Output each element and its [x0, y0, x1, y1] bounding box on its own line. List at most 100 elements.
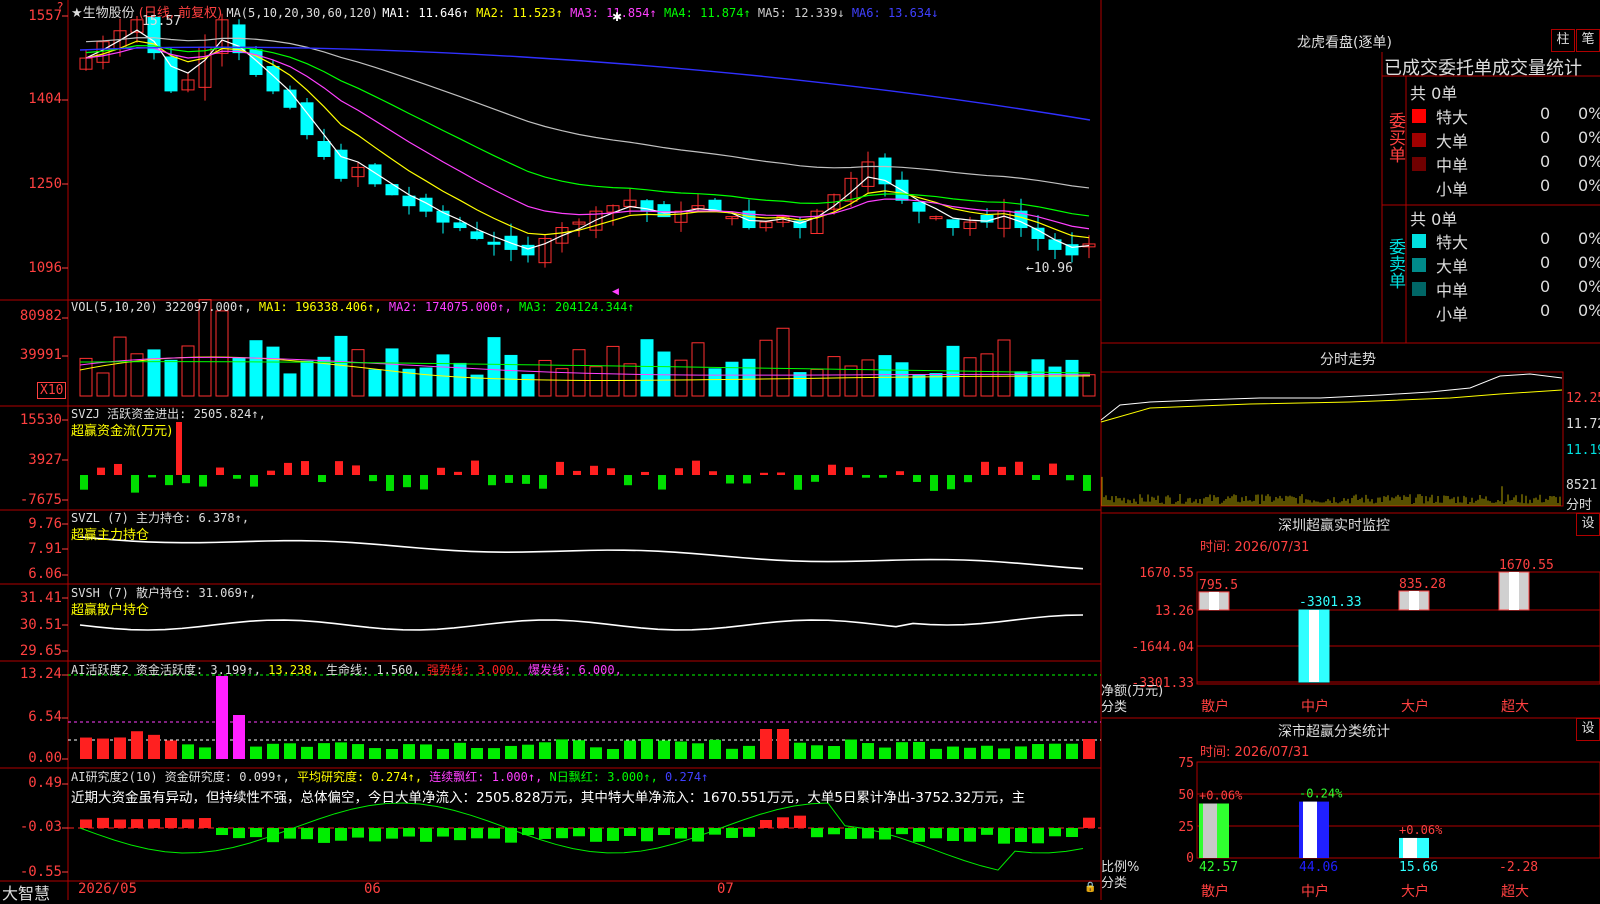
volume-bar — [487, 337, 501, 397]
svzj-bar — [216, 467, 224, 475]
vol-legend-item-3: MA3: 204124.344↑ — [518, 300, 635, 314]
volume-bar — [181, 345, 195, 397]
ai1-bar — [879, 747, 891, 759]
sell-row-value-3: 0 — [1540, 301, 1551, 320]
candle — [521, 244, 535, 256]
candle — [1065, 244, 1079, 256]
ai2-bar — [913, 828, 925, 842]
ai2-bar — [1049, 828, 1061, 837]
ma-legend-item-1: MA2: 11.523↑ — [476, 6, 571, 20]
stats-settings-button[interactable]: 设 — [1576, 718, 1600, 741]
ai1-bar — [556, 739, 568, 759]
ai2-bar — [794, 815, 806, 828]
sell-row-label-3: 小单 — [1436, 305, 1469, 324]
ai1-bar — [131, 731, 143, 759]
ai1-legend-item-2: 生命线: 1.560, — [325, 663, 427, 677]
buy-row-swatch-1 — [1412, 133, 1426, 147]
volume-bar — [249, 340, 263, 397]
pen-view-button[interactable]: 笔 — [1576, 29, 1600, 52]
ma3-line — [85, 46, 1090, 230]
buy-side-label: 委买单 — [1385, 112, 1405, 168]
ai1-legend-item-4: 爆发线: 6.000, — [528, 663, 622, 677]
candle — [453, 222, 467, 229]
ai2-legend: AI研究度2(10) 资金研究度: 0.099↑, 平均研究度: 0.274↑,… — [71, 768, 708, 785]
volume-bar — [521, 374, 535, 397]
ai2-bar — [335, 828, 347, 841]
ai2-bar — [471, 828, 483, 839]
monitor-settings-button[interactable]: 设 — [1576, 513, 1600, 536]
monitor-value-3: 1670.55 — [1499, 558, 1554, 573]
ai1-bar — [624, 740, 636, 759]
ai1-bar — [80, 737, 92, 759]
ai2-bar — [998, 828, 1010, 844]
stats-bar-hl-2 — [1403, 837, 1417, 858]
svzj-bar — [437, 467, 445, 475]
ai1-bar — [573, 740, 585, 759]
ma-legend-item-3: MA4: 11.874↑ — [663, 6, 758, 20]
monitor-y-tick-2: -1644.04 — [1131, 640, 1194, 655]
y-tick-vol-1: 39991 — [19, 347, 62, 363]
sell-row-pct-3: 0% — [1578, 301, 1600, 320]
monitor-cat-3: 超大 — [1501, 699, 1529, 715]
svzj-bar — [879, 475, 887, 478]
ai2-legend-item-0: AI研究度2(10) 资金研究度: 0.099↑, — [71, 770, 298, 784]
intraday-vol-label: 8521 — [1566, 478, 1598, 493]
ai1-bar — [1032, 744, 1044, 759]
ai1-bar — [981, 745, 993, 759]
buy-row-swatch-2 — [1412, 157, 1426, 171]
svzj-bar — [1083, 475, 1091, 491]
sell-row-swatch-0 — [1412, 234, 1426, 248]
ai1-bar — [896, 742, 908, 759]
svzj-bar — [267, 470, 275, 475]
buy-row-label-3: 小单 — [1436, 180, 1469, 199]
y-tick-svzj-2: -7675 — [19, 492, 62, 508]
volume-bar — [1048, 366, 1062, 397]
svzj-bar — [165, 475, 173, 486]
svzj-bar — [556, 461, 564, 475]
monitor-bar-hl-2 — [1409, 590, 1419, 610]
svzj-bar — [760, 472, 768, 475]
stats-cat-1: 中户 — [1301, 883, 1329, 900]
main-chart-canvas[interactable]: 1670.5513.26-1644.04-3301.33795.5散户-3301… — [0, 0, 1600, 900]
ai1-bar — [539, 742, 551, 759]
svzj-bar — [233, 475, 241, 479]
ai1-bar — [454, 742, 466, 759]
bar-view-button[interactable]: 柱 — [1551, 29, 1575, 52]
ai2-bar — [573, 828, 585, 837]
y-tick-svsh-2: 29.65 — [19, 643, 62, 659]
ai1-bar — [352, 744, 364, 759]
ma4-line — [85, 45, 1090, 217]
volume-bar — [300, 360, 314, 397]
lock-icon[interactable]: 🔒 — [1084, 882, 1096, 893]
volume-bar — [810, 368, 824, 397]
ai2-bar — [777, 817, 789, 828]
intraday-title: 分时走势 — [1320, 352, 1376, 368]
volume-bar — [385, 348, 399, 397]
svzj-bar — [97, 467, 105, 475]
svzj-bar — [947, 475, 955, 490]
stats-cat-0: 散户 — [1201, 883, 1229, 900]
ai1-bar — [726, 748, 738, 759]
intraday-y-1: 11.72 — [1566, 417, 1600, 432]
candle — [470, 231, 484, 239]
buy-row-value-1: 0 — [1540, 128, 1551, 147]
svzj-bar — [454, 471, 462, 475]
svzj-bar — [386, 475, 394, 491]
ai1-bar — [369, 748, 381, 759]
svzj-bar — [182, 475, 190, 484]
ai1-bar — [335, 742, 347, 759]
ai1-bar — [522, 744, 534, 759]
ai2-bar — [97, 817, 109, 828]
y-tick-svzl-2: 6.06 — [28, 566, 62, 582]
ai1-bar — [760, 729, 772, 759]
ai2-bar — [199, 818, 211, 828]
ai1-bar — [199, 747, 211, 759]
svzj-bar — [403, 475, 411, 488]
sell-row-swatch-2 — [1412, 282, 1426, 296]
svzj-bar — [505, 475, 513, 483]
stock-title[interactable]: ★生物股份 — [71, 6, 135, 21]
ai1-bar — [930, 748, 942, 759]
low-price-label: ←10.96 — [1026, 261, 1073, 276]
y-tick-svzj-0: 15530 — [19, 412, 62, 428]
volume-bar — [198, 299, 212, 397]
